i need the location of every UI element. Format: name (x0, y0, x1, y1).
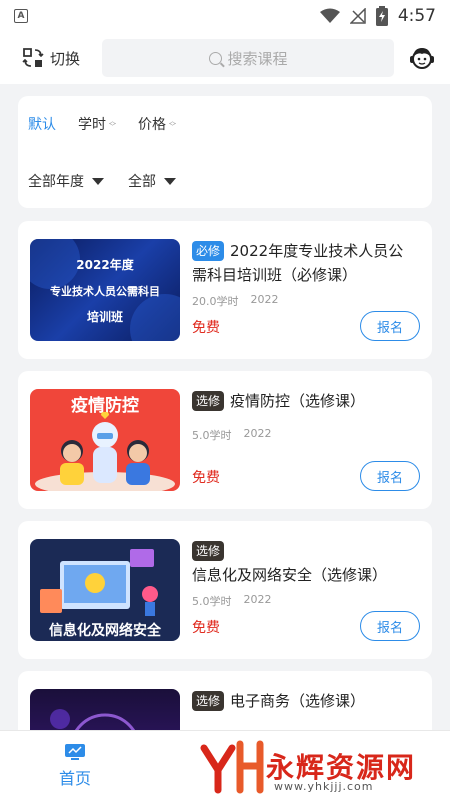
course-year: 2022 (243, 427, 272, 440)
sort-price-label: 价格 (138, 117, 166, 133)
course-card[interactable]: 2022年度 专业技术人员公需科目 培训班 必修 2022年度专业技术人员公需科目… (18, 221, 432, 359)
thumb-line: 专业技术人员公需科目 (50, 284, 160, 298)
course-hours: 20.0学时 (192, 295, 239, 308)
course-meta: 5.0学时 2022 (192, 593, 272, 609)
sort-arrows-icon: ︿ ﹀ (169, 117, 176, 131)
course-year: 2022 (243, 593, 272, 606)
sort-default[interactable]: 默认 (28, 114, 56, 134)
year-dropdown[interactable]: 全部年度 (28, 171, 104, 191)
top-header: 切换 搜索课程 (0, 32, 450, 84)
course-thumbnail: 信息化及网络安全 (30, 539, 180, 641)
course-card[interactable]: 疫情防控 选修 疫情防控（选修课） 5.0学时 2022 免费 报名 (18, 371, 432, 509)
enroll-button[interactable]: 报名 (360, 311, 420, 341)
search-icon (208, 51, 222, 65)
course-meta: 20.0学时 2022 (192, 293, 279, 309)
enroll-button[interactable]: 报名 (360, 611, 420, 641)
course-year: 2022 (250, 293, 279, 306)
required-tag: 必修 (192, 241, 225, 261)
search-input[interactable]: 搜索课程 (102, 39, 395, 77)
sort-price[interactable]: 价格 ︿ ﹀ (138, 114, 176, 134)
status-bar: A 4:57 (0, 0, 450, 32)
sort-hours[interactable]: 学时 ︿ ﹀ (78, 114, 116, 134)
app-notification-icon: A (14, 9, 28, 23)
tab-home-label: 首页 (58, 769, 91, 788)
course-price: 免费 (192, 320, 220, 336)
course-title: 电子商务（选修课） (230, 692, 366, 710)
watermark-url: www.yhkjjj.com (274, 780, 374, 793)
search-placeholder: 搜索课程 (227, 49, 288, 68)
enroll-button[interactable]: 报名 (360, 461, 420, 491)
course-hours: 5.0学时 (192, 429, 232, 442)
thumbnail-art: 2022年度 专业技术人员公需科目 培训班 (30, 239, 180, 341)
wifi-icon (319, 8, 340, 23)
thumbnail-art: 信息化及网络安全 (40, 549, 162, 639)
thumb-line: 培训班 (87, 309, 123, 324)
thumb-line: 2022年度 (76, 257, 134, 272)
sort-arrows-icon: ︿ ﹀ (109, 117, 116, 131)
caret-down-icon (92, 177, 104, 185)
course-thumbnail: 2022年度 专业技术人员公需科目 培训班 (30, 239, 180, 341)
tab-home[interactable]: 首页 (50, 743, 100, 789)
year-dropdown-label: 全部年度 (28, 174, 84, 190)
course-card[interactable]: 信息化及网络安全 选修信息化及网络安全（选修课） 5.0学时 2022 免费 报… (18, 521, 432, 659)
elective-tag: 选修 (192, 391, 225, 411)
sort-options: 默认 学时 ︿ ﹀ 价格 ︿ ﹀ (28, 114, 176, 134)
course-title-block: 选修信息化及网络安全（选修课） (192, 539, 418, 587)
elective-tag: 选修 (192, 691, 225, 711)
elective-tag: 选修 (192, 541, 225, 561)
course-price: 免费 (192, 620, 220, 636)
battery-icon (375, 6, 388, 26)
clock: 4:57 (397, 6, 436, 26)
watermark: 永辉资源网 www.yhkjjj.com (196, 734, 450, 798)
course-price: 免费 (192, 470, 220, 486)
sort-default-label: 默认 (28, 117, 56, 133)
switch-button[interactable]: 切换 (22, 47, 80, 69)
customer-service-icon[interactable] (408, 44, 436, 72)
switch-label: 切换 (50, 49, 81, 68)
thumbnail-art: 疫情防控 (35, 395, 175, 491)
no-signal-icon (349, 8, 366, 24)
filter-dropdowns: 全部年度 全部 (28, 171, 176, 191)
course-title-block: 选修 疫情防控（选修课） (192, 389, 418, 413)
thumb-line: 信息化及网络安全 (49, 622, 162, 639)
course-thumbnail: 疫情防控 (30, 389, 180, 491)
course-meta: 5.0学时 2022 (192, 427, 272, 443)
course-title-block: 选修 电子商务（选修课） (192, 689, 418, 713)
course-title-block: 必修 2022年度专业技术人员公需科目培训班（必修课） (192, 239, 418, 287)
filter-panel: 默认 学时 ︿ ﹀ 价格 ︿ ﹀ 全部年度 全部 (18, 96, 432, 208)
course-title: 信息化及网络安全（选修课） (192, 566, 388, 584)
course-hours: 5.0学时 (192, 595, 232, 608)
caret-down-icon (164, 177, 176, 185)
category-dropdown-label: 全部 (128, 174, 156, 190)
category-dropdown[interactable]: 全部 (128, 171, 176, 191)
sort-hours-label: 学时 (78, 117, 106, 133)
switch-icon (22, 48, 44, 67)
home-tab-icon (65, 744, 85, 760)
watermark-logo-icon (200, 740, 264, 794)
course-title: 疫情防控（选修课） (230, 392, 366, 410)
